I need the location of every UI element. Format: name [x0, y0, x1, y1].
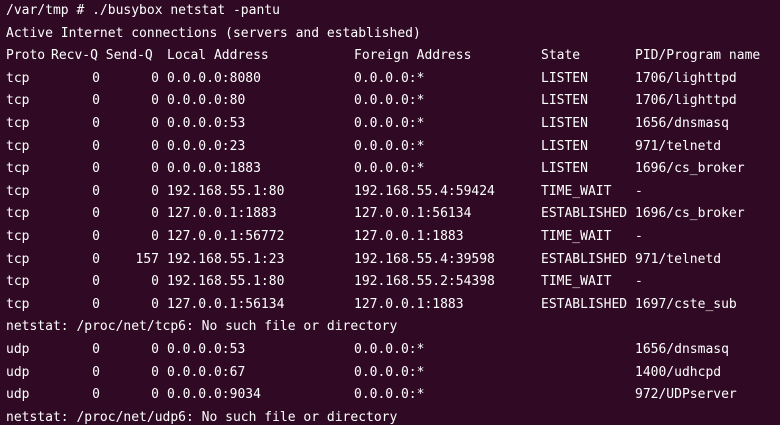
row-state: LISTEN — [541, 161, 588, 177]
row-pid-program: 1697/cste_sub — [635, 296, 737, 312]
row-local-address: 0.0.0.0:1883 — [167, 161, 261, 177]
row-local-address: 0.0.0.0:9034 — [167, 387, 261, 403]
row-foreign-address: 127.0.0.1:56134 — [354, 206, 472, 222]
row-send-q: 0 — [151, 341, 159, 357]
connection-row: udp 0 0 0.0.0.0:9034 0.0.0.0:* 972/UDPserver — [4, 384, 780, 407]
row-pid-program: - — [635, 228, 643, 244]
row-foreign-address: 0.0.0.0:* — [354, 364, 425, 380]
row-send-q: 0 — [151, 138, 159, 154]
connection-row: tcp 0 0 0.0.0.0:8080 0.0.0.0:* LISTEN 1706/lig… — [4, 68, 780, 91]
row-foreign-address: 0.0.0.0:* — [354, 70, 425, 86]
row-local-address: 0.0.0.0:53 — [167, 115, 246, 131]
terminal-window[interactable]: /var/tmp # ./busybox netstat -pantu Acti… — [0, 0, 780, 425]
row-send-q: 0 — [151, 93, 159, 109]
row-send-q: 157 — [135, 251, 159, 267]
row-pid-program: 1706/lighttpd — [635, 93, 737, 109]
connection-row: tcp 0 0 0.0.0.0:1883 0.0.0.0:* LISTEN 1696/cs_… — [4, 158, 780, 181]
row-send-q: 0 — [151, 206, 159, 222]
row-pid-program: 1400/udhcpd — [635, 364, 722, 380]
row-local-address: 192.168.55.1:80 — [167, 183, 285, 199]
command-line: /var/tmp # ./busybox netstat -pantu — [6, 3, 280, 18]
row-send-q: 0 — [151, 70, 159, 86]
row-local-address: 0.0.0.0:23 — [167, 138, 246, 154]
column-header-pid-program: PID/Program name — [635, 48, 761, 64]
connection-row: udp 0 0 0.0.0.0:53 0.0.0.0:* 1656/dnsmasq — [4, 339, 780, 362]
row-local-address: 0.0.0.0:53 — [167, 341, 246, 357]
row-send-q: 0 — [151, 161, 159, 177]
row-state: TIME_WAIT — [541, 274, 612, 290]
row-send-q: 0 — [151, 364, 159, 380]
row-local-address: 127.0.0.1:1883 — [167, 206, 277, 222]
column-header-local-address: Local Address — [167, 48, 269, 64]
connection-row: tcp 0 0 127.0.0.1:56772 127.0.0.1:1883 TIME_W… — [4, 226, 780, 249]
row-foreign-address: 192.168.55.2:54398 — [354, 274, 495, 290]
column-header-recv-send: Recv-Q Send-Q — [51, 48, 153, 64]
row-foreign-address: 0.0.0.0:* — [354, 387, 425, 403]
row-state: LISTEN — [541, 70, 588, 86]
row-state: ESTABLISHED — [541, 251, 628, 267]
row-local-address: 192.168.55.1:23 — [167, 251, 285, 267]
row-local-address: 127.0.0.1:56134 — [167, 296, 285, 312]
row-local-address: 0.0.0.0:80 — [167, 93, 246, 109]
connection-row: tcp 0 0 192.168.55.1:80 192.168.55.2:54398 TI… — [4, 271, 780, 294]
row-send-q: 0 — [151, 115, 159, 131]
row-foreign-address: 0.0.0.0:* — [354, 115, 425, 131]
row-pid-program: 971/telnetd — [635, 138, 722, 154]
row-foreign-address: 0.0.0.0:* — [354, 161, 425, 177]
row-foreign-address: 0.0.0.0:* — [354, 93, 425, 109]
column-header-row: Proto Recv-Q Send-Q Local Address Foreig… — [4, 45, 780, 68]
row-state: TIME_WAIT — [541, 228, 612, 244]
row-pid-program: 1696/cs_broker — [635, 161, 745, 177]
row-foreign-address: 127.0.0.1:1883 — [354, 228, 464, 244]
row-pid-program: 1696/cs_broker — [635, 206, 745, 222]
connection-row: tcp 0 157 192.168.55.1:23 192.168.55.4:39598… — [4, 249, 780, 272]
tcp6-error-line: netstat: /proc/net/tcp6: No such file or… — [6, 319, 398, 335]
row-local-address: 0.0.0.0:8080 — [167, 70, 261, 86]
row-foreign-address: 192.168.55.4:59424 — [354, 183, 495, 199]
row-send-q: 0 — [151, 183, 159, 199]
row-local-address: 127.0.0.1:56772 — [167, 228, 285, 244]
row-pid-program: 1706/lighttpd — [635, 70, 737, 86]
udp6-error-line: netstat: /proc/net/udp6: No such file or… — [6, 409, 398, 425]
connection-row: tcp 0 0 0.0.0.0:53 0.0.0.0:* LISTEN 1656/dnsma… — [4, 113, 780, 136]
row-pid-program: - — [635, 274, 643, 290]
row-state: LISTEN — [541, 115, 588, 131]
column-header-state: State — [541, 48, 581, 64]
row-pid-program: - — [635, 183, 643, 199]
row-state: ESTABLISHED — [541, 206, 628, 222]
column-header-proto: Proto — [6, 48, 46, 64]
connection-row: tcp 0 0 127.0.0.1:1883 127.0.0.1:56134 ESTABL… — [4, 203, 780, 226]
row-state: LISTEN — [541, 93, 588, 109]
row-pid-program: 971/telnetd — [635, 251, 722, 267]
connection-row: tcp 0 0 0.0.0.0:80 0.0.0.0:* LISTEN 1706/light… — [4, 90, 780, 113]
row-pid-program: 1656/dnsmasq — [635, 341, 729, 357]
connections-header-info: Active Internet connections (servers and… — [6, 25, 421, 41]
connection-row: udp 0 0 0.0.0.0:67 0.0.0.0:* 1400/udhcpd — [4, 362, 780, 385]
row-send-q: 0 — [151, 387, 159, 403]
row-local-address: 192.168.55.1:80 — [167, 274, 285, 290]
row-foreign-address: 127.0.0.1:1883 — [354, 296, 464, 312]
row-foreign-address: 0.0.0.0:* — [354, 341, 425, 357]
tcp-rows: tcp 0 0 0.0.0.0:8080 0.0.0.0:* LISTEN 1706/lig… — [4, 68, 780, 317]
connection-row: tcp 0 0 127.0.0.1:56134 127.0.0.1:1883 ESTABL… — [4, 294, 780, 317]
row-send-q: 0 — [151, 228, 159, 244]
row-send-q: 0 — [151, 296, 159, 312]
row-foreign-address: 192.168.55.4:39598 — [354, 251, 495, 267]
row-state: LISTEN — [541, 138, 588, 154]
connection-row: tcp 0 0 0.0.0.0:23 0.0.0.0:* LISTEN 971/telnet… — [4, 136, 780, 159]
row-pid-program: 972/UDPserver — [635, 387, 737, 403]
row-pid-program: 1656/dnsmasq — [635, 115, 729, 131]
column-header-foreign-address: Foreign Address — [354, 48, 472, 64]
row-state: ESTABLISHED — [541, 296, 628, 312]
row-local-address: 0.0.0.0:67 — [167, 364, 246, 380]
row-state: TIME_WAIT — [541, 183, 612, 199]
row-send-q: 0 — [151, 274, 159, 290]
row-foreign-address: 0.0.0.0:* — [354, 138, 425, 154]
udp-rows: udp 0 0 0.0.0.0:53 0.0.0.0:* 1656/dnsmasq udp 0… — [4, 339, 780, 407]
connection-row: tcp 0 0 192.168.55.1:80 192.168.55.4:59424 TI… — [4, 181, 780, 204]
